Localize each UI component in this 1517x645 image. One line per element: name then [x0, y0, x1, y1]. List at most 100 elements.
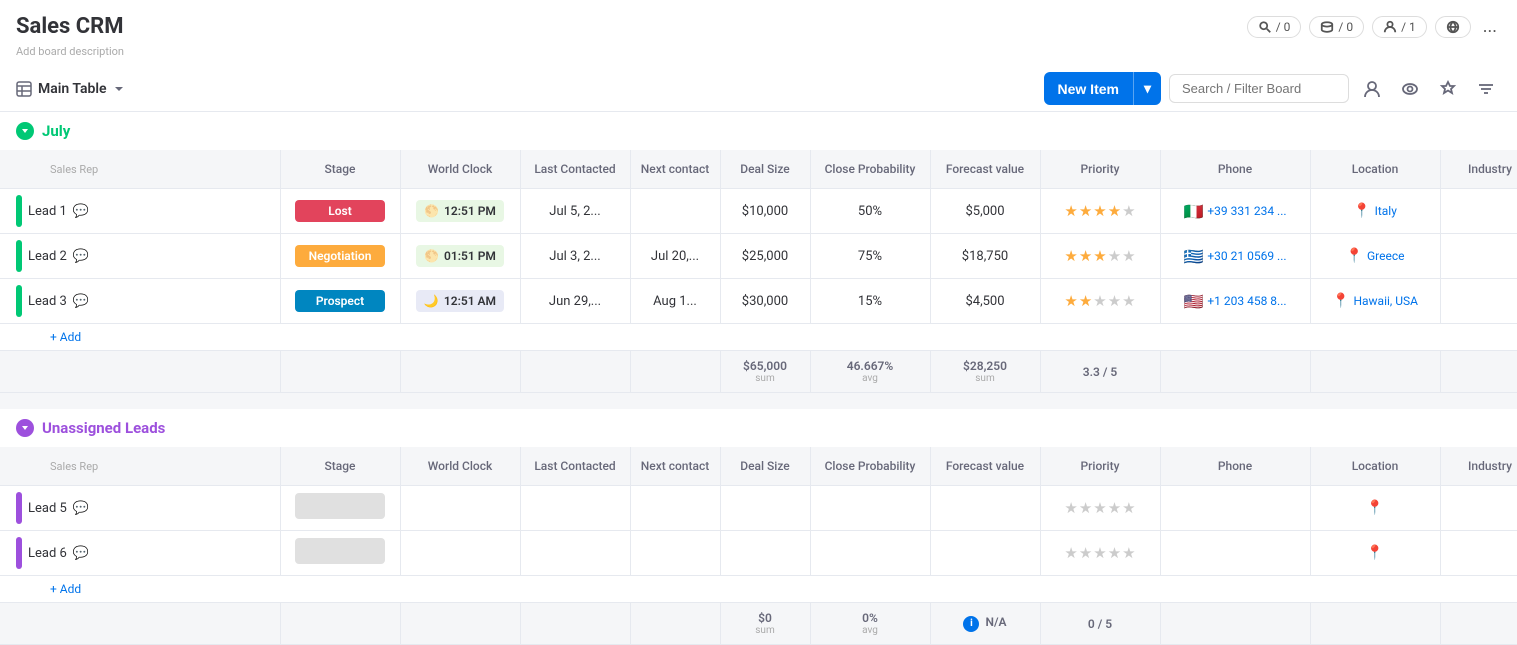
usummary-empty-name: [0, 603, 280, 645]
lead3-forecast[interactable]: $4,500: [930, 279, 1040, 324]
lead1-next-contact[interactable]: [630, 189, 720, 234]
unassigned-group: Unassigned Leads: [0, 409, 1517, 645]
july-group-title[interactable]: July: [42, 122, 70, 140]
people-count: / 1: [1401, 20, 1416, 34]
unassigned-group-title[interactable]: Unassigned Leads: [42, 419, 165, 437]
lead2-priority: ★★★★★: [1040, 234, 1160, 279]
lead2-forecast[interactable]: $18,750: [930, 234, 1040, 279]
board-desc[interactable]: Add board description: [0, 45, 1517, 66]
lead3-phone[interactable]: 🇺🇸 +1 203 458 8...: [1160, 279, 1310, 324]
globe-pill[interactable]: [1435, 16, 1471, 38]
lead1-last-contacted[interactable]: Jul 5, 2...: [520, 189, 630, 234]
lead6-location-icon: 📍: [1366, 545, 1383, 561]
july-add-row[interactable]: + Add: [0, 324, 1517, 351]
lead2-industry: [1440, 234, 1517, 279]
lead3-name[interactable]: Lead 3: [28, 294, 67, 309]
board-content: July: [0, 112, 1517, 645]
lead2-name[interactable]: Lead 2: [28, 249, 67, 264]
search-pill[interactable]: / 0: [1247, 16, 1302, 38]
new-item-caret[interactable]: ▾: [1133, 72, 1161, 105]
lead3-next-contact[interactable]: Aug 1...: [630, 279, 720, 324]
lead1-deal-size[interactable]: $10,000: [720, 189, 810, 234]
july-summary-empty-industry: [1440, 351, 1517, 393]
col-header-industry: Industry: [1440, 150, 1517, 189]
lead5-close-prob: [810, 486, 930, 531]
july-summary-forecast: $28,250 sum: [930, 351, 1040, 393]
lead1-location[interactable]: 📍 Italy: [1310, 189, 1440, 234]
july-group-toggle[interactable]: [16, 122, 34, 140]
usummary-empty-clock: [400, 603, 520, 645]
lead6-stage[interactable]: [280, 531, 400, 576]
more-button[interactable]: ...: [1479, 12, 1501, 41]
lead1-name-cell: Lead 1 💬: [0, 189, 280, 234]
lead5-name-cell: Lead 5 💬: [0, 486, 280, 531]
lead3-last-contacted[interactable]: Jun 29,...: [520, 279, 630, 324]
lead2-deal-size[interactable]: $25,000: [720, 234, 810, 279]
lead3-close-prob[interactable]: 15%: [810, 279, 930, 324]
search-input[interactable]: [1169, 74, 1349, 103]
lead5-next-contact: [630, 486, 720, 531]
lead3-stage[interactable]: Prospect: [280, 279, 400, 324]
lead5-stage[interactable]: [280, 486, 400, 531]
people-pill[interactable]: / 1: [1372, 16, 1427, 38]
lead6-stars: ★★★★★: [1064, 544, 1135, 562]
unassigned-summary-row: $0 sum 0% avg i N/A 0 / 5: [0, 603, 1517, 645]
unassigned-col-headers: Sales Rep Stage World Clock Last Contact…: [0, 447, 1517, 486]
lead3-location[interactable]: 📍 Hawaii, USA: [1310, 279, 1440, 324]
lead3-comment-icon[interactable]: 💬: [73, 294, 89, 309]
july-summary-empty-stage: [280, 351, 400, 393]
lead1-stage-badge[interactable]: Lost: [295, 200, 385, 222]
lead6-name[interactable]: Lead 6: [28, 546, 67, 561]
info-icon: i: [963, 616, 979, 632]
ucol-header-location: Location: [1310, 447, 1440, 486]
lead5-location-icon: 📍: [1366, 500, 1383, 516]
person-icon-btn[interactable]: [1357, 74, 1387, 104]
new-item-label: New Item: [1044, 73, 1133, 105]
lead2-next-contact[interactable]: Jul 20,...: [630, 234, 720, 279]
lead2-close-prob[interactable]: 75%: [810, 234, 930, 279]
table-row: Lead 6 💬 ★★★★★: [0, 531, 1517, 576]
lead5-name[interactable]: Lead 5: [28, 501, 67, 516]
lead5-deal-size: [720, 486, 810, 531]
main-table-button[interactable]: Main Table: [16, 81, 125, 97]
col-header-world-clock: World Clock: [400, 150, 520, 189]
lead2-stage-badge[interactable]: Negotiation: [295, 245, 385, 267]
july-add-label[interactable]: + Add: [0, 324, 1517, 351]
july-summary-empty-phone: [1160, 351, 1310, 393]
usummary-empty-stage: [280, 603, 400, 645]
lead5-comment-icon[interactable]: 💬: [73, 501, 89, 516]
lead3-location-icon: 📍: [1332, 293, 1349, 309]
lead2-last-contacted[interactable]: Jul 3, 2...: [520, 234, 630, 279]
lead6-comment-icon[interactable]: 💬: [73, 546, 89, 561]
lead5-phone: [1160, 486, 1310, 531]
unassigned-group-toggle[interactable]: [16, 419, 34, 437]
lead3-stage-badge[interactable]: Prospect: [295, 290, 385, 312]
july-table: Sales Rep Stage World Clock Last Contact…: [0, 150, 1517, 393]
lead1-location-icon: 📍: [1353, 203, 1370, 219]
lead1-phone[interactable]: 🇮🇹 +39 331 234 ...: [1160, 189, 1310, 234]
lead1-forecast[interactable]: $5,000: [930, 189, 1040, 234]
lead1-comment-icon[interactable]: 💬: [73, 204, 89, 219]
lead2-phone[interactable]: 🇬🇷 +30 21 0569 ...: [1160, 234, 1310, 279]
eye-icon-btn[interactable]: [1395, 74, 1425, 104]
lead1-priority: ★★★★★: [1040, 189, 1160, 234]
lead1-stage[interactable]: Lost: [280, 189, 400, 234]
lead6-next-contact: [630, 531, 720, 576]
lead3-flag: 🇺🇸: [1183, 292, 1203, 311]
col-header-priority: Priority: [1040, 150, 1160, 189]
new-item-button[interactable]: New Item ▾: [1044, 72, 1162, 105]
pin-icon-btn[interactable]: [1433, 74, 1463, 104]
unassigned-add-row[interactable]: + Add: [0, 576, 1517, 603]
db-pill[interactable]: / 0: [1309, 16, 1364, 38]
lead2-comment-icon[interactable]: 💬: [73, 249, 89, 264]
unassigned-add-label[interactable]: + Add: [0, 576, 1517, 603]
lead3-clock: 🌙 12:51 AM: [400, 279, 520, 324]
lead6-close-prob: [810, 531, 930, 576]
lead1-close-prob[interactable]: 50%: [810, 189, 930, 234]
lead1-name[interactable]: Lead 1: [28, 204, 67, 219]
lead5-stars: ★★★★★: [1064, 499, 1135, 517]
lead2-stage[interactable]: Negotiation: [280, 234, 400, 279]
lead3-deal-size[interactable]: $30,000: [720, 279, 810, 324]
lead2-location[interactable]: 📍 Greece: [1310, 234, 1440, 279]
filter-icon-btn[interactable]: [1471, 74, 1501, 104]
